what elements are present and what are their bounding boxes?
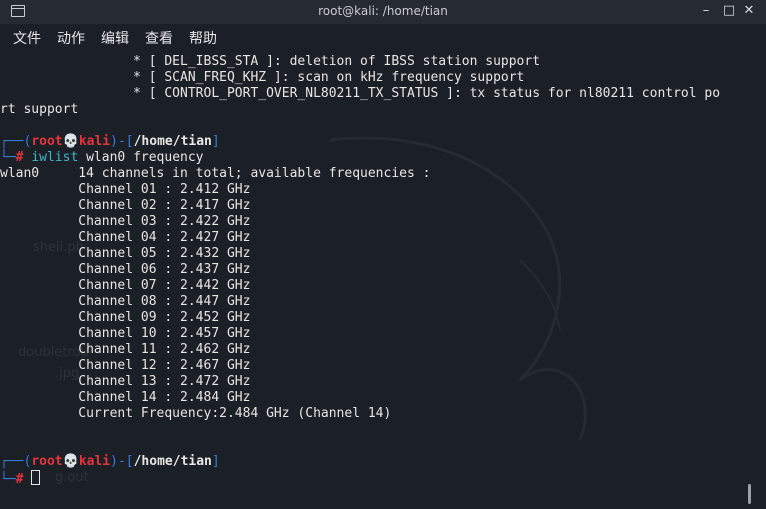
output-line: rt support (0, 102, 79, 117)
menu-view[interactable]: 查看 (145, 28, 173, 48)
channel-line: Channel 01 : 2.412 GHz (0, 182, 251, 197)
terminal-output[interactable]: * [ DEL_IBSS_STA ]: deletion of IBSS sta… (0, 50, 766, 509)
channel-line: Channel 03 : 2.422 GHz (0, 214, 251, 229)
channel-line: Channel 07 : 2.442 GHz (0, 278, 251, 293)
menu-edit[interactable]: 编辑 (101, 28, 129, 48)
channel-line: Channel 08 : 2.447 GHz (0, 294, 251, 309)
channel-line: Channel 10 : 2.457 GHz (0, 326, 251, 341)
iface-summary-line: wlan0 14 channels in total; available fr… (0, 166, 431, 181)
minimize-button[interactable]: – (699, 3, 713, 18)
menu-bar: 文件 动作 编辑 查看 帮助 (0, 24, 766, 50)
command-name: iwlist (31, 150, 79, 165)
maximize-button[interactable]: □ (722, 3, 736, 18)
scrollbar-thumb[interactable] (748, 484, 751, 504)
close-button[interactable]: ✕ (742, 3, 756, 18)
channel-line: Channel 06 : 2.437 GHz (0, 262, 251, 277)
skull-icon: 💀 (62, 454, 79, 469)
prompt-line-1: ┌──(root💀kali)-[/home/tian] (0, 454, 220, 469)
channel-line: Channel 13 : 2.472 GHz (0, 374, 251, 389)
command-line: └─# iwlist wlan0 frequency (0, 150, 204, 165)
skull-icon: 💀 (62, 134, 79, 149)
command-args: wlan0 frequency (78, 150, 204, 165)
title-bar: root@kali: /home/tian – □ ✕ (0, 0, 766, 24)
window-title: root@kali: /home/tian (318, 4, 448, 18)
channel-line: Channel 05 : 2.432 GHz (0, 246, 251, 261)
output-line: * [ CONTROL_PORT_OVER_NL80211_TX_STATUS … (0, 86, 721, 101)
channel-line: Channel 14 : 2.484 GHz (0, 390, 251, 405)
channel-line: Channel 04 : 2.427 GHz (0, 230, 251, 245)
channel-line: Channel 12 : 2.467 GHz (0, 358, 251, 373)
menu-actions[interactable]: 动作 (57, 28, 85, 48)
input-line[interactable]: └─# (0, 470, 41, 488)
menu-file[interactable]: 文件 (13, 28, 41, 48)
channel-line: Channel 11 : 2.462 GHz (0, 342, 251, 357)
current-frequency-line: Current Frequency:2.484 GHz (Channel 14) (0, 406, 392, 421)
output-line: * [ DEL_IBSS_STA ]: deletion of IBSS sta… (0, 54, 541, 69)
channel-line: Channel 02 : 2.417 GHz (0, 198, 251, 213)
channel-line: Channel 09 : 2.452 GHz (0, 310, 251, 325)
prompt-line-1: ┌──(root💀kali)-[/home/tian] (0, 134, 220, 149)
output-line: * [ SCAN_FREQ_KHZ ]: scan on kHz frequen… (0, 70, 525, 85)
text-cursor (31, 470, 41, 485)
menu-help[interactable]: 帮助 (189, 28, 217, 48)
